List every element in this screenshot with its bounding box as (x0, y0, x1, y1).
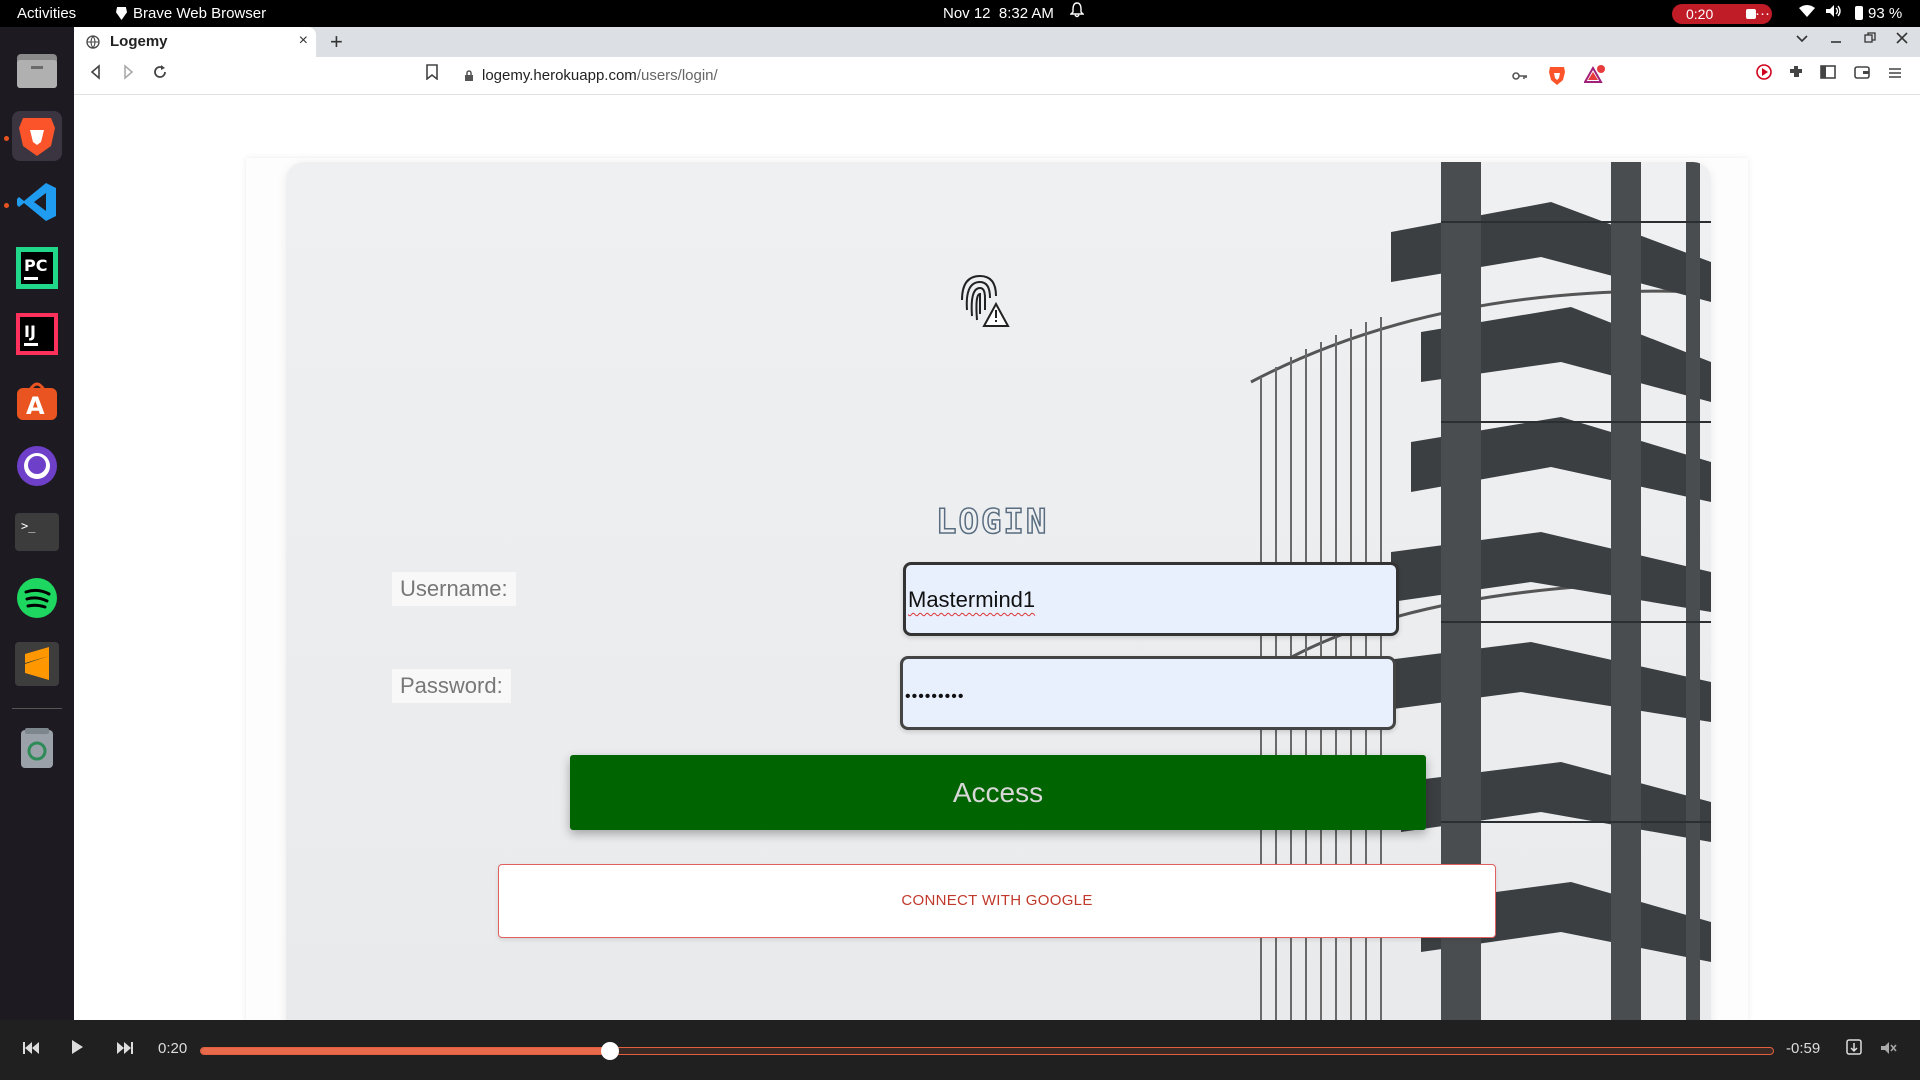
record-extension-icon[interactable] (1756, 64, 1772, 85)
forward-icon[interactable] (120, 64, 136, 85)
activities-button[interactable]: Activities (17, 0, 76, 27)
password-label: Password: (392, 669, 511, 703)
sublime-text-icon[interactable] (12, 639, 62, 689)
tab-strip: Logemy × + (74, 27, 1920, 57)
minimize-icon[interactable] (1830, 31, 1842, 48)
tab-search-icon[interactable] (1796, 31, 1808, 48)
mute-icon[interactable] (1880, 1039, 1898, 1060)
terminal-icon[interactable]: >_ (12, 507, 62, 557)
clock[interactable]: Nov 12 8:32 AM (943, 0, 1054, 27)
bookmark-icon[interactable] (426, 64, 438, 85)
date-text: Nov 12 (943, 5, 991, 22)
spotify-icon[interactable] (12, 573, 62, 623)
brave-browser-icon[interactable] (12, 111, 62, 161)
restore-icon[interactable] (1864, 31, 1876, 48)
access-button[interactable]: Access (570, 755, 1426, 830)
extensions-icon[interactable] (1788, 64, 1804, 85)
time-text: 8:32 AM (998, 5, 1054, 22)
seek-knob[interactable] (600, 1042, 619, 1060)
window-close-icon[interactable] (1896, 31, 1908, 48)
svg-text:IJ: IJ (24, 322, 36, 341)
volume-icon[interactable] (1825, 0, 1843, 27)
username-label: Username: (392, 572, 516, 606)
login-title: LOGIN (935, 501, 1049, 543)
key-icon[interactable] (1512, 69, 1528, 87)
svg-text:PC: PC (24, 256, 47, 275)
video-player-bar: 0:20 -0:59 (0, 1020, 1920, 1080)
files-icon[interactable] (12, 45, 62, 95)
wallet-icon[interactable] (1854, 64, 1870, 85)
url-path: /users/login/ (636, 67, 718, 84)
browser-window: Logemy × + logemy.herokuapp.com/users/lo… (74, 27, 1920, 1042)
github-desktop-icon[interactable] (12, 441, 62, 491)
seek-bar[interactable] (200, 1042, 1774, 1060)
subtitles-icon[interactable] (1846, 1039, 1862, 1060)
new-tab-button[interactable]: + (330, 29, 343, 55)
battery-icon (1855, 6, 1863, 20)
back-icon[interactable] (88, 64, 104, 85)
intellij-icon[interactable]: IJ (12, 309, 62, 359)
vscode-icon[interactable] (12, 177, 62, 227)
remaining-time: -0:59 (1786, 1040, 1821, 1057)
app-center-icon[interactable]: A (12, 375, 62, 425)
skip-forward-icon[interactable] (116, 1039, 134, 1060)
elapsed-time: 0:20 (158, 1040, 188, 1057)
brave-small-icon (116, 7, 127, 20)
browser-toolbar: logemy.herokuapp.com/users/login/ (74, 57, 1920, 95)
trash-icon[interactable] (12, 723, 62, 773)
url-host: logemy.herokuapp.com (482, 67, 637, 84)
battery-percent: 93 % (1868, 5, 1903, 22)
reload-icon[interactable] (152, 64, 168, 85)
app-name: Brave Web Browser (133, 5, 267, 22)
recording-time: 0:20 (1686, 6, 1714, 22)
address-bar[interactable]: logemy.herokuapp.com/users/login/ (454, 61, 1614, 91)
username-value: Mastermind1 (908, 587, 1036, 612)
play-icon[interactable] (70, 1039, 84, 1060)
menu-icon[interactable] (1888, 64, 1902, 85)
app-menu[interactable]: Brave Web Browser (116, 0, 266, 27)
brave-shields-icon[interactable] (1548, 65, 1566, 91)
url-text: logemy.herokuapp.com/users/login/ (482, 67, 718, 84)
globe-icon (86, 35, 100, 53)
login-card: LOGIN Username: Mastermind1 Password: ••… (286, 162, 1711, 1042)
fingerprint-warning-icon (961, 274, 1010, 327)
wifi-icon[interactable] (1798, 0, 1816, 27)
connect-with-google-button[interactable]: CONNECT WITH GOOGLE (498, 864, 1496, 938)
svg-text:>_: >_ (21, 519, 36, 533)
tab-close-icon[interactable]: × (299, 32, 308, 50)
svg-text:A: A (26, 392, 45, 420)
tab-logemy[interactable]: Logemy × (74, 27, 316, 57)
sidebar-icon[interactable] (1820, 64, 1836, 85)
bell-icon[interactable] (1069, 0, 1085, 27)
brave-rewards-icon[interactable] (1583, 65, 1606, 90)
password-input[interactable]: ••••••••• (900, 656, 1396, 730)
pycharm-icon[interactable]: PC (12, 243, 62, 293)
tab-title: Logemy (110, 33, 168, 50)
lock-icon (464, 69, 474, 87)
skip-back-icon[interactable] (22, 1039, 40, 1060)
top-bar: Activities Brave Web Browser Nov 12 8:32… (0, 0, 1920, 27)
seek-bar-fill (201, 1048, 610, 1054)
battery-status[interactable]: 93 % (1855, 0, 1902, 27)
page-content: LOGIN Username: Mastermind1 Password: ••… (74, 96, 1920, 1042)
username-input[interactable]: Mastermind1 (903, 562, 1399, 636)
dock: PC IJ A >_ (0, 27, 74, 1080)
more-icon[interactable]: ··· (1755, 0, 1770, 27)
password-value: ••••••••• (905, 688, 965, 705)
